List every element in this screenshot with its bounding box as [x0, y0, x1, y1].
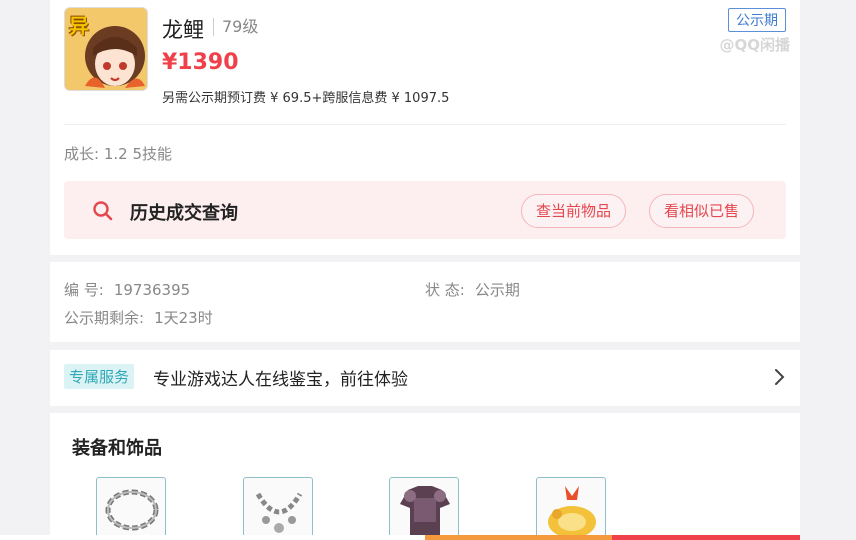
price: ¥1390	[162, 50, 239, 75]
pet-level: 79级	[213, 18, 258, 36]
bottom-bar-red-button[interactable]	[612, 535, 800, 540]
search-icon	[92, 200, 114, 226]
check-current-button[interactable]: 查当前物品	[521, 194, 627, 228]
history-query-label: 历史成交查询	[130, 203, 238, 224]
watermark: @QQ闲播	[719, 36, 790, 54]
gold-ornament-item[interactable]	[536, 477, 606, 540]
equipment-card: 装备和饰品	[50, 413, 800, 540]
state-label: 状 态:	[425, 281, 465, 299]
chain-item-2[interactable]	[243, 477, 313, 540]
status-badge: 公示期	[728, 8, 786, 32]
similar-sold-button[interactable]: 看相似已售	[649, 194, 755, 228]
remain-row: 公示期剩余: 1天23时	[64, 307, 213, 328]
bottom-action-bar	[0, 535, 856, 540]
remain-label: 公示期剩余:	[64, 309, 145, 327]
divider	[64, 124, 786, 125]
history-query-panel: 历史成交查询 查当前物品 看相似已售	[64, 181, 786, 239]
pet-name: 龙鲤	[162, 18, 204, 42]
avatar-badge: 异	[69, 14, 89, 38]
listing-card: 异 龙鲤 79级 ¥1390 另需公示期预订费 ¥ 69.5+跨服信息费 ¥ 1…	[50, 0, 800, 255]
growth-text: 成长: 1.2 5技能	[64, 145, 172, 163]
service-banner[interactable]: 专属服务 专业游戏达人在线鉴宝，前往体验	[50, 350, 800, 406]
chain-item-1[interactable]	[96, 477, 166, 540]
bottom-bar-orange-button[interactable]	[425, 535, 612, 540]
remain-value: 1天23时	[154, 309, 213, 327]
id-row: 编 号: 19736395	[64, 279, 190, 300]
equipment-title: 装备和饰品	[72, 438, 162, 459]
id-label: 编 号:	[64, 281, 104, 299]
chevron-right-icon	[774, 368, 786, 390]
fee-note: 另需公示期预订费 ¥ 69.5+跨服信息费 ¥ 1097.5	[162, 91, 450, 106]
bottom-bar-left	[0, 535, 425, 540]
service-tag: 专属服务	[64, 364, 135, 389]
armor-item[interactable]	[389, 477, 459, 540]
info-card: 编 号: 19736395 状 态: 公示期 公示期剩余: 1天23时	[50, 262, 800, 342]
service-text: 专业游戏达人在线鉴宝，前往体验	[153, 370, 408, 390]
state-value: 公示期	[474, 281, 520, 299]
state-row: 状 态: 公示期	[425, 279, 520, 300]
pet-avatar[interactable]: 异	[64, 7, 148, 91]
id-value: 19736395	[113, 281, 191, 299]
